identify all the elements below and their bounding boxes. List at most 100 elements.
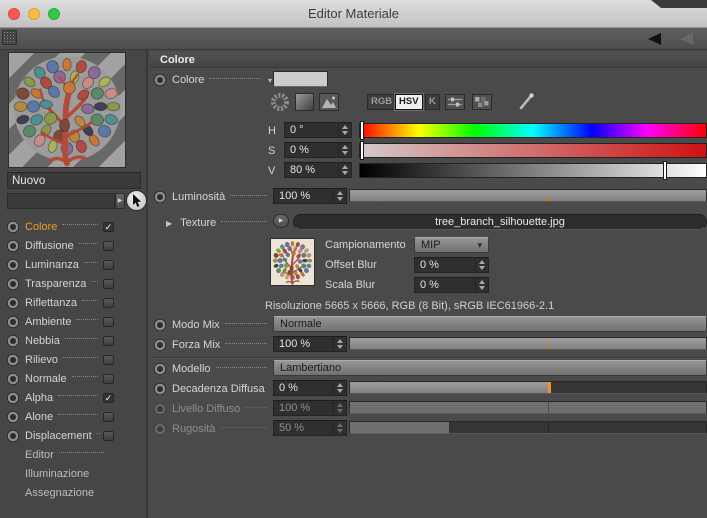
diffuse-falloff-slider[interactable]	[349, 381, 707, 394]
channel-radio[interactable]	[7, 391, 19, 404]
stepper-arrows-icon[interactable]	[338, 143, 351, 157]
color-wheel-icon[interactable]	[270, 92, 290, 112]
channel-checkbox[interactable]	[103, 316, 114, 327]
hue-value[interactable]: 0 °	[285, 124, 338, 136]
swatches-icon[interactable]	[472, 94, 492, 110]
channel-radio[interactable]	[7, 315, 19, 328]
slider-handle[interactable]	[547, 382, 551, 393]
channel-checkbox[interactable]	[103, 240, 114, 251]
channel-radio[interactable]	[7, 353, 19, 366]
brightness-value[interactable]: 100 %	[274, 190, 333, 202]
channel-checkbox[interactable]	[103, 278, 114, 289]
history-back-icon[interactable]	[648, 33, 661, 45]
channel-radio[interactable]	[7, 239, 19, 252]
channel-checkbox[interactable]	[103, 354, 114, 365]
color-swatch[interactable]	[273, 71, 328, 87]
mix-strength-value[interactable]: 100 %	[274, 338, 333, 350]
channel-checkbox[interactable]	[103, 411, 114, 422]
offset-blur-stepper[interactable]: 0 %	[414, 257, 489, 273]
saturation-slider[interactable]	[359, 142, 707, 159]
param-radio[interactable]	[154, 339, 166, 351]
sidebar-item-luminanza[interactable]: Luminanza	[0, 255, 148, 274]
channel-checkbox[interactable]: ✓	[103, 392, 114, 403]
channel-radio[interactable]	[7, 277, 19, 290]
stepper-arrows-icon[interactable]	[338, 123, 351, 137]
stepper-arrows-icon[interactable]	[333, 337, 346, 351]
scale-blur-stepper[interactable]: 0 %	[414, 277, 489, 293]
param-radio[interactable]	[154, 383, 166, 395]
stepper-arrows-icon[interactable]	[333, 381, 346, 395]
channel-checkbox[interactable]	[103, 297, 114, 308]
mixer-sliders-icon[interactable]	[445, 94, 465, 110]
channel-radio[interactable]	[7, 296, 19, 309]
channel-checkbox[interactable]	[103, 335, 114, 346]
mix-strength-slider[interactable]	[349, 337, 707, 350]
param-radio[interactable]	[154, 74, 166, 86]
channel-radio[interactable]	[7, 372, 19, 385]
stepper-arrows-icon[interactable]	[475, 278, 488, 292]
mix-strength-stepper[interactable]: 100 %	[273, 336, 347, 352]
k-mode-button[interactable]: K	[425, 94, 440, 110]
hue-slider[interactable]	[359, 122, 707, 139]
value-stepper[interactable]: 80 %	[284, 162, 352, 178]
drag-handle-icon[interactable]	[2, 30, 17, 45]
sidebar-item-nebbia[interactable]: Nebbia	[0, 331, 148, 350]
diffuse-falloff-stepper[interactable]: 0 %	[273, 380, 347, 396]
hue-stepper[interactable]: 0 °	[284, 122, 352, 138]
image-picker-icon[interactable]	[319, 93, 339, 111]
mix-mode-dropdown[interactable]: Normale	[273, 316, 707, 332]
eyedropper-icon[interactable]	[517, 92, 537, 112]
sidebar-item-displacement[interactable]: Displacement	[0, 426, 148, 445]
sidebar-item-ambiente[interactable]: Ambiente	[0, 312, 148, 331]
sidebar-item-trasparenza[interactable]: Trasparenza	[0, 274, 148, 293]
channel-checkbox[interactable]	[103, 373, 114, 384]
saturation-value[interactable]: 0 %	[285, 144, 338, 156]
scale-blur-value[interactable]: 0 %	[415, 279, 475, 291]
shader-field[interactable]	[7, 193, 115, 209]
channel-radio[interactable]	[7, 220, 19, 233]
shader-popup-arrow-icon[interactable]: ▶	[115, 193, 125, 209]
value-slider-handle[interactable]	[664, 162, 667, 179]
sidebar-item-riflettanza[interactable]: Riflettanza	[0, 293, 148, 312]
sidebar-item-alone[interactable]: Alone	[0, 407, 148, 426]
sidebar-item-colore[interactable]: Colore ✓	[0, 217, 148, 236]
value-slider[interactable]	[359, 162, 707, 179]
sidebar-item-rilievo[interactable]: Rilievo	[0, 350, 148, 369]
sidebar-item-illuminazione[interactable]: Illuminazione	[0, 464, 148, 483]
texture-file-field[interactable]: tree_branch_silhouette.jpg	[293, 214, 707, 230]
sidebar-item-diffusione[interactable]: Diffusione	[0, 236, 148, 255]
sidebar-item-assegnazione[interactable]: Assegnazione	[0, 483, 148, 502]
param-radio[interactable]	[154, 191, 166, 203]
saturation-stepper[interactable]: 0 %	[284, 142, 352, 158]
sidebar-item-alpha[interactable]: Alpha ✓	[0, 388, 148, 407]
material-name-field[interactable]: Nuovo	[7, 172, 141, 189]
channel-radio[interactable]	[7, 258, 19, 271]
disclosure-arrow-icon[interactable]: ▶	[166, 219, 172, 228]
value-value[interactable]: 80 %	[285, 164, 338, 176]
hue-slider-handle[interactable]	[361, 122, 363, 139]
channel-radio[interactable]	[7, 410, 19, 423]
pick-material-button[interactable]	[126, 190, 147, 211]
sidebar-item-editor[interactable]: Editor	[0, 445, 148, 464]
channel-checkbox[interactable]	[103, 430, 114, 441]
brightness-slider[interactable]	[349, 189, 707, 202]
collapse-arrow-icon[interactable]: ▾	[268, 76, 272, 85]
channel-checkbox[interactable]	[103, 259, 114, 270]
material-preview[interactable]	[8, 52, 126, 168]
stepper-arrows-icon[interactable]	[338, 163, 351, 177]
param-radio[interactable]	[154, 363, 166, 375]
channel-radio[interactable]	[7, 429, 19, 442]
texture-popup-button[interactable]: ▶	[273, 214, 289, 228]
color-spectrum-icon[interactable]	[295, 93, 314, 111]
stepper-arrows-icon[interactable]	[475, 258, 488, 272]
saturation-slider-handle[interactable]	[361, 142, 363, 159]
sampling-dropdown[interactable]: MIP ▾	[414, 237, 489, 253]
brightness-stepper[interactable]: 100 %	[273, 188, 347, 204]
sidebar-item-normale[interactable]: Normale	[0, 369, 148, 388]
channel-checkbox[interactable]: ✓	[103, 221, 114, 232]
param-radio[interactable]	[154, 319, 166, 331]
channel-radio[interactable]	[7, 334, 19, 347]
offset-blur-value[interactable]: 0 %	[415, 259, 475, 271]
rgb-mode-button[interactable]: RGB	[367, 94, 397, 110]
hsv-mode-button[interactable]: HSV	[395, 94, 423, 110]
